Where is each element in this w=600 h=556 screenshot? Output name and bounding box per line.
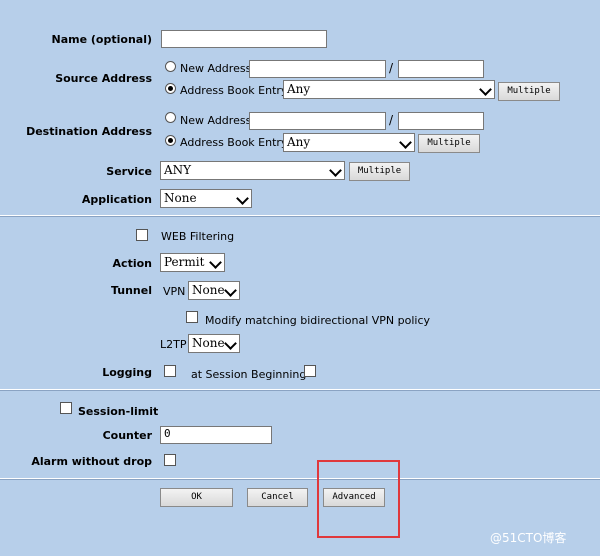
action-value: Permit [164,255,205,269]
tunnel-vpn-label: VPN [163,285,186,298]
source-new-address-radio[interactable] [165,61,176,72]
destination-new-address-ip-input[interactable] [249,112,386,130]
service-value: ANY [164,163,192,177]
application-label: Application [81,193,152,206]
alarm-without-drop-checkbox[interactable] [164,454,176,466]
application-value: None [164,191,197,205]
counter-input[interactable]: 0 [160,426,272,444]
chevron-down-icon [236,192,249,205]
source-address-book-value: Any [287,82,311,96]
alarm-without-drop-label: Alarm without drop [31,455,152,468]
section-divider [0,215,600,217]
cancel-button[interactable]: Cancel [247,488,308,507]
section-divider [0,478,600,480]
tunnel-vpn-select[interactable]: None [188,281,240,300]
logging-label: Logging [102,366,152,379]
service-label: Service [106,165,152,178]
destination-new-address-radio[interactable] [165,112,176,123]
source-multiple-button[interactable]: Multiple [498,82,560,101]
source-new-address-ip-input[interactable] [249,60,386,78]
action-select[interactable]: Permit [160,253,225,272]
destination-new-address-label: New Address [180,114,252,127]
destination-address-label: Destination Address [26,125,152,138]
service-select[interactable]: ANY [160,161,345,180]
ok-button[interactable]: OK [160,488,233,507]
application-select[interactable]: None [160,189,252,208]
destination-address-book-select[interactable]: Any [283,133,415,152]
source-separator: / [389,61,394,75]
source-address-book-radio[interactable] [165,83,176,94]
source-address-label: Source Address [55,72,152,85]
watermark: @51CTO博客 [490,531,567,545]
destination-address-book-value: Any [287,135,311,149]
tunnel-l2tp-value: None [192,336,225,350]
destination-address-book-radio[interactable] [165,135,176,146]
session-beginning-checkbox[interactable] [304,365,316,377]
chevron-down-icon [224,284,237,297]
session-beginning-label: at Session Beginning [191,368,307,381]
destination-new-address-mask-input[interactable] [398,112,484,130]
source-new-address-mask-input[interactable] [398,60,484,78]
logging-checkbox[interactable] [164,365,176,377]
name-input[interactable] [161,30,327,48]
service-multiple-button[interactable]: Multiple [349,162,410,181]
session-limit-checkbox[interactable] [60,402,72,414]
source-new-address-label: New Address [180,62,252,75]
tunnel-vpn-value: None [192,283,225,297]
action-label: Action [112,257,152,270]
chevron-down-icon [224,337,237,350]
modify-vpn-policy-checkbox[interactable] [186,311,198,323]
tunnel-l2tp-label: L2TP [160,338,187,351]
destination-multiple-button[interactable]: Multiple [418,134,480,153]
counter-label: Counter [102,429,152,442]
chevron-down-icon [399,136,412,149]
name-label: Name (optional) [51,33,152,46]
web-filtering-checkbox[interactable] [136,229,148,241]
source-address-book-select[interactable]: Any [283,80,495,99]
chevron-down-icon [329,164,342,177]
chevron-down-icon [479,83,492,96]
tunnel-label: Tunnel [110,284,152,297]
destination-separator: / [389,113,394,127]
section-divider [0,389,600,391]
web-filtering-label: WEB Filtering [161,230,235,243]
source-address-book-label: Address Book Entry [180,84,288,97]
chevron-down-icon [209,256,222,269]
tunnel-l2tp-select[interactable]: None [188,334,240,353]
modify-vpn-policy-label: Modify matching bidirectional VPN policy [205,314,431,327]
advanced-highlight-box [317,460,400,538]
session-limit-label: Session-limit [78,405,159,418]
destination-address-book-label: Address Book Entry [180,136,288,149]
